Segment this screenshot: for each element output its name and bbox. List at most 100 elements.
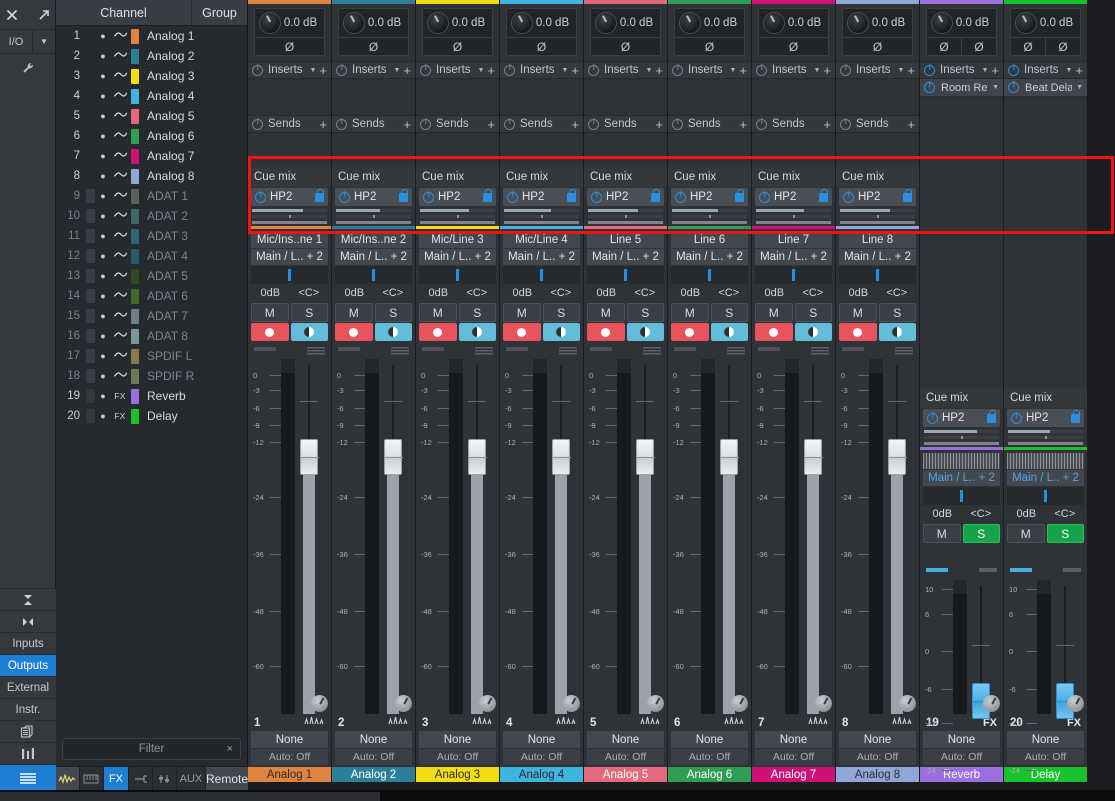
pan-readout[interactable]: <C> [794, 284, 833, 301]
channel-mute-slot[interactable] [86, 249, 95, 263]
cue-level-slider[interactable] [420, 209, 495, 212]
meter-clip-indicator[interactable] [506, 347, 528, 351]
channel-color-swatch[interactable] [131, 388, 139, 404]
output-routing[interactable]: Main / L.. + 2 [671, 249, 748, 265]
cue-send-slider[interactable] [336, 221, 411, 224]
meter-clip-indicator[interactable] [338, 347, 360, 351]
record-arm-button[interactable] [335, 323, 373, 341]
mute-button[interactable]: M [671, 303, 709, 322]
fader-cap[interactable] [888, 439, 907, 475]
channel-list-item[interactable]: 17 ● SPDIF L [56, 346, 248, 366]
cue-pan-slider[interactable] [672, 215, 747, 218]
volume-readout[interactable]: 0dB [587, 284, 626, 301]
cue-level-slider[interactable] [504, 209, 579, 212]
sends-empty-area[interactable] [584, 133, 667, 167]
input-source[interactable]: Mic/Ins..ne 1 [251, 232, 328, 248]
cue-pan-slider[interactable] [756, 215, 831, 218]
output-routing[interactable]: Main / L.. + 2 [251, 249, 328, 265]
pan-slider[interactable] [671, 266, 748, 284]
channel-list-item[interactable]: 6 ● Analog 6 [56, 126, 248, 146]
cue-level-slider[interactable] [588, 209, 663, 212]
io-selector[interactable]: I/O ▼ [0, 30, 55, 54]
volume-fader[interactable] [552, 359, 571, 714]
power-icon[interactable] [588, 64, 599, 76]
insert-empty-area[interactable] [1004, 97, 1087, 243]
channel-mute-slot[interactable] [86, 329, 95, 343]
inserts-header[interactable]: Inserts ▼ + [584, 61, 667, 79]
strip-name-bar[interactable]: Analog 6 [668, 767, 751, 782]
fader-grip-icon[interactable] [727, 347, 745, 355]
volume-fader[interactable] [888, 359, 907, 714]
cue-send-slider[interactable] [420, 221, 495, 224]
channel-list-item[interactable]: 7 ● Analog 7 [56, 146, 248, 166]
gain-knob[interactable] [259, 12, 281, 34]
channel-color-swatch[interactable] [131, 328, 139, 344]
cue-pan-slider[interactable] [840, 215, 915, 218]
sidebar-item-inputs[interactable]: Inputs [0, 632, 56, 654]
add-insert-icon[interactable]: + [403, 64, 411, 77]
volume-fader[interactable] [804, 359, 823, 714]
record-arm-button[interactable] [251, 323, 289, 341]
channel-list-item[interactable]: 15 ● ADAT 7 [56, 306, 248, 326]
fader-cap[interactable] [468, 439, 487, 475]
monitor-button[interactable] [710, 323, 748, 341]
fader-cap[interactable] [552, 439, 571, 475]
preset-selector[interactable]: None [671, 731, 748, 748]
channel-dot-icon[interactable]: ● [95, 351, 111, 361]
record-arm-button[interactable] [755, 323, 793, 341]
cue-send-slider[interactable] [924, 442, 999, 446]
meter-clip-indicator[interactable] [590, 347, 612, 351]
insert-empty-area[interactable] [584, 79, 667, 115]
power-icon[interactable] [252, 64, 263, 76]
add-insert-icon[interactable]: + [571, 64, 579, 77]
fader-grip-icon[interactable] [307, 347, 325, 355]
cue-send-slider[interactable] [588, 221, 663, 224]
power-icon[interactable] [255, 191, 266, 203]
power-icon[interactable] [924, 82, 935, 93]
power-icon[interactable] [672, 118, 683, 130]
cue-send-slider[interactable] [672, 221, 747, 224]
chevron-down-icon[interactable]: ▼ [981, 67, 988, 74]
sends-empty-area[interactable] [500, 133, 583, 167]
fader-grip-icon[interactable] [1063, 568, 1081, 573]
chevron-down-icon[interactable]: ▼ [393, 67, 400, 74]
volume-fader[interactable] [972, 580, 991, 720]
channel-dot-icon[interactable]: ● [95, 191, 111, 201]
power-icon[interactable] [591, 191, 602, 203]
channel-list-item[interactable]: 3 ● Analog 3 [56, 66, 248, 86]
channel-list-item[interactable]: 8 ● Analog 8 [56, 166, 248, 186]
automation-mode[interactable]: Auto: Off [839, 749, 916, 765]
volume-readout[interactable]: 0dB [251, 284, 290, 301]
channel-dot-icon[interactable]: ● [95, 91, 111, 101]
channel-dot-icon[interactable]: ● [95, 131, 111, 141]
meter-clip-indicator[interactable] [926, 568, 948, 573]
preset-selector[interactable]: None [419, 731, 496, 748]
channel-mute-slot[interactable] [86, 349, 95, 363]
strip-name-bar[interactable]: Analog 2 [332, 767, 415, 782]
phase-invert-button[interactable]: Ø [1011, 38, 1045, 55]
power-icon[interactable] [336, 118, 347, 130]
volume-readout[interactable]: 0dB [1007, 505, 1046, 522]
cue-level-slider[interactable] [924, 430, 999, 434]
phase-invert-button[interactable]: Ø [927, 38, 961, 55]
channel-color-swatch[interactable] [131, 48, 139, 64]
sends-header[interactable]: Sends + [248, 115, 331, 133]
add-send-icon[interactable]: + [571, 118, 579, 131]
monitor-button[interactable] [458, 323, 496, 341]
output-routing[interactable]: Main / L.. + 2 [923, 470, 1000, 487]
channel-mute-slot[interactable] [86, 269, 95, 283]
solo-button[interactable]: S [290, 303, 328, 322]
output-routing[interactable]: Main / L.. + 2 [503, 249, 580, 265]
add-insert-icon[interactable]: + [823, 64, 831, 77]
record-arm-button[interactable] [503, 323, 541, 341]
channel-dot-icon[interactable]: ● [95, 291, 111, 301]
phase-invert-button[interactable]: Ø [843, 38, 912, 55]
fader-cap[interactable] [804, 439, 823, 475]
channel-dot-icon[interactable]: ● [95, 311, 111, 321]
fader-grip-icon[interactable] [475, 347, 493, 355]
pan-readout[interactable]: <C> [374, 284, 413, 301]
channel-color-swatch[interactable] [131, 348, 139, 364]
phase-invert-button[interactable]: Ø [255, 38, 324, 55]
tab-vca[interactable] [153, 767, 177, 790]
insert-empty-area[interactable] [248, 79, 331, 115]
